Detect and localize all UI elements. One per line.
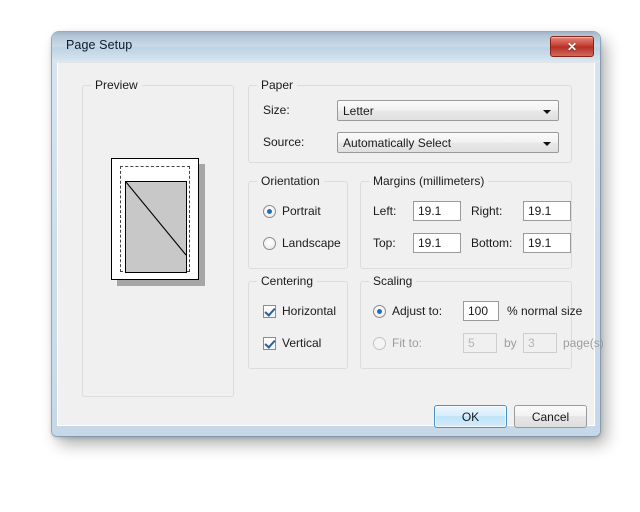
margins-group: Margins (millimeters) Left: 19.1 Right: … [360, 181, 572, 269]
scaling-adjust-suffix: % normal size [507, 304, 582, 318]
scaling-fit-radio[interactable]: Fit to: [373, 336, 422, 350]
margins-group-title: Margins (millimeters) [369, 174, 488, 188]
title-bar[interactable]: Page Setup ✕ [52, 32, 600, 62]
page-preview [83, 86, 235, 398]
scaling-fit-tall-value: 3 [528, 336, 552, 350]
scaling-adjust-label: Adjust to: [392, 304, 442, 318]
diagonal-line [125, 181, 187, 273]
radio-indicator-fit [373, 337, 386, 350]
ok-button-label: OK [462, 410, 479, 424]
paper-source-value: Automatically Select [343, 136, 451, 150]
paper-source-combo[interactable]: Automatically Select [337, 132, 559, 153]
margin-right-value: 19.1 [528, 204, 566, 218]
radio-indicator-adjust [373, 305, 386, 318]
paper-size-combo[interactable]: Letter [337, 100, 559, 121]
orientation-portrait-label: Portrait [282, 204, 321, 218]
dialog-client-area: Preview Paper Size: Lett [57, 62, 595, 426]
centering-horizontal-label: Horizontal [282, 304, 336, 318]
centering-vertical-label: Vertical [282, 336, 321, 350]
checkbox-indicator-horizontal [263, 305, 276, 318]
orientation-group-title: Orientation [257, 174, 324, 188]
margin-left-value: 19.1 [418, 204, 456, 218]
scaling-fit-tall-input[interactable]: 3 [523, 333, 557, 353]
orientation-group: Orientation Portrait Landscape [248, 181, 348, 269]
centering-group: Centering Horizontal Vertical [248, 281, 348, 369]
centering-vertical-checkbox[interactable]: Vertical [263, 336, 321, 350]
window-title: Page Setup [66, 38, 132, 52]
margin-right-input[interactable]: 19.1 [523, 201, 571, 221]
margin-left-label: Left: [373, 204, 396, 218]
chevron-down-icon [543, 110, 551, 114]
scaling-fit-wide-input[interactable]: 5 [463, 333, 497, 353]
radio-indicator-landscape [263, 237, 276, 250]
margin-top-label: Top: [373, 236, 396, 250]
cancel-button-label: Cancel [532, 410, 569, 424]
radio-indicator-portrait [263, 205, 276, 218]
page-setup-dialog: Page Setup ✕ Preview [52, 32, 600, 436]
scaling-fit-wide-value: 5 [468, 336, 492, 350]
close-icon: ✕ [551, 37, 593, 56]
chevron-down-icon [543, 142, 551, 146]
preview-group: Preview [82, 85, 234, 397]
scaling-group: Scaling Adjust to: 100 % normal size Fit… [360, 281, 572, 369]
scaling-fit-suffix: page(s) [563, 336, 604, 350]
checkbox-indicator-vertical [263, 337, 276, 350]
paper-size-value: Letter [343, 104, 374, 118]
ok-button[interactable]: OK [434, 405, 507, 428]
orientation-landscape-radio[interactable]: Landscape [263, 236, 341, 250]
paper-group-title: Paper [257, 78, 297, 92]
scaling-fit-label: Fit to: [392, 336, 422, 350]
desktop-background: Page Setup ✕ Preview [0, 0, 640, 512]
scaling-fit-by-label: by [504, 336, 517, 350]
orientation-landscape-label: Landscape [282, 236, 341, 250]
centering-horizontal-checkbox[interactable]: Horizontal [263, 304, 336, 318]
scaling-adjust-input[interactable]: 100 [463, 301, 499, 321]
orientation-portrait-radio[interactable]: Portrait [263, 204, 321, 218]
close-button[interactable]: ✕ [550, 36, 594, 57]
scaling-adjust-radio[interactable]: Adjust to: [373, 304, 442, 318]
margin-top-input[interactable]: 19.1 [413, 233, 461, 253]
paper-size-label: Size: [263, 103, 290, 117]
page-sheet [111, 158, 199, 280]
centering-group-title: Centering [257, 274, 317, 288]
paper-source-label: Source: [263, 135, 304, 149]
scaling-adjust-value: 100 [468, 304, 494, 318]
margin-bottom-label: Bottom: [471, 236, 512, 250]
margin-bottom-value: 19.1 [528, 236, 566, 250]
margin-right-label: Right: [471, 204, 502, 218]
scaling-group-title: Scaling [369, 274, 416, 288]
margin-bottom-input[interactable]: 19.1 [523, 233, 571, 253]
margin-top-value: 19.1 [418, 236, 456, 250]
margin-left-input[interactable]: 19.1 [413, 201, 461, 221]
paper-group: Paper Size: Letter Source: Automatically… [248, 85, 572, 163]
cancel-button[interactable]: Cancel [514, 405, 587, 428]
